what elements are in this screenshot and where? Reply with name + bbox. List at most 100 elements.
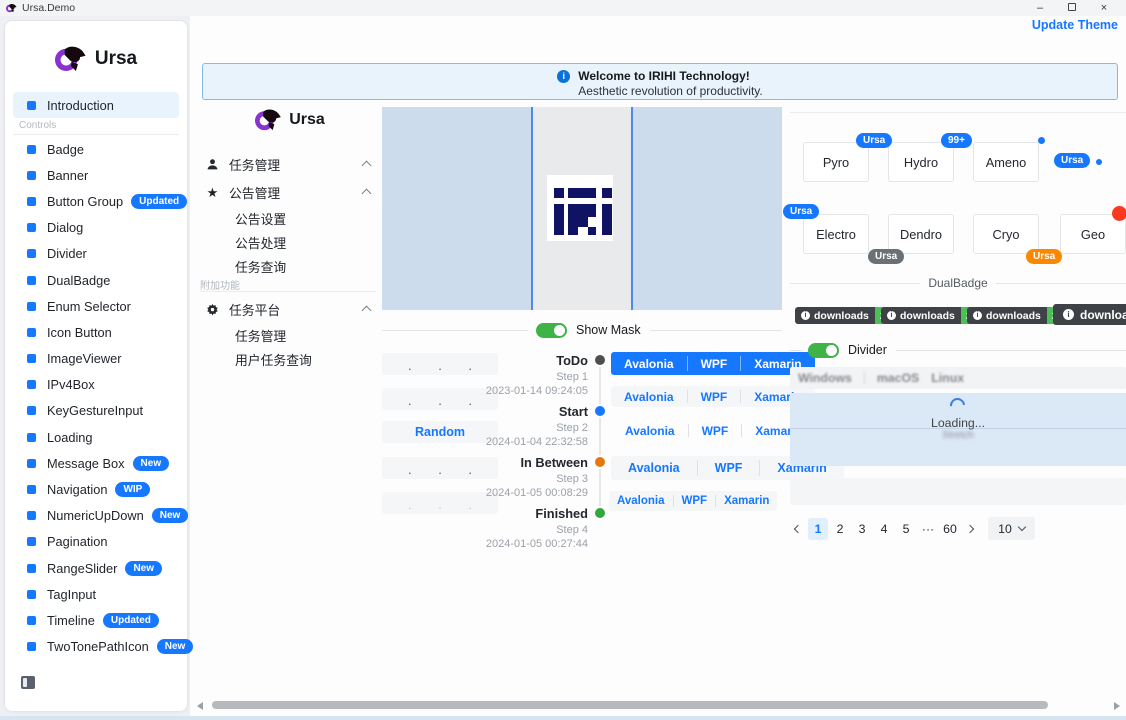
loading-label: Loading... [790, 416, 1126, 430]
tab-linux[interactable]: Linux [931, 371, 964, 385]
sidebar-item-enum-selector[interactable]: Enum Selector [13, 293, 179, 319]
viewer-guide-line [531, 107, 533, 310]
sidebar-item-rangeslider[interactable]: RangeSliderNew [13, 555, 179, 581]
sidebar: Ursa Introduction Controls Badge Banner … [4, 20, 188, 712]
prev-page-button[interactable] [790, 517, 806, 540]
minimize-button[interactable]: – [1024, 0, 1056, 16]
chevron-up-icon[interactable] [363, 159, 370, 169]
sidebar-item-divider[interactable]: Divider [13, 241, 179, 267]
menu-item-task-query[interactable]: 任务查询 [235, 255, 286, 277]
sidebar-item-badge[interactable]: Badge [13, 136, 179, 162]
wpf-button[interactable]: WPF [688, 352, 741, 375]
more-pages-button[interactable]: ··· [918, 518, 938, 540]
maximize-button[interactable] [1056, 0, 1088, 16]
menu-item-announcement-management[interactable]: ★ 公告管理 [200, 181, 378, 203]
scroll-left-arrow[interactable] [197, 702, 203, 710]
chevron-right-icon [966, 524, 974, 532]
sidebar-item-numericupdown[interactable]: NumericUpDownNew [13, 503, 179, 529]
collapse-sidebar-icon[interactable] [21, 676, 35, 689]
avalonia-button[interactable]: Avalonia [611, 456, 697, 480]
chevron-up-icon[interactable] [363, 304, 370, 314]
sidebar-item-banner[interactable]: Banner [13, 162, 179, 188]
update-theme-button[interactable]: Update Theme [1032, 18, 1118, 32]
divider-toggle[interactable] [808, 343, 839, 358]
page-button-1[interactable]: 1 [808, 518, 828, 540]
sidebar-item-twotonepathicon[interactable]: TwoTonePathIconNew [13, 634, 179, 660]
info-icon: i [973, 311, 982, 320]
wpf-button[interactable]: WPF [689, 420, 742, 441]
chevron-left-icon [794, 524, 802, 532]
sidebar-item-keygestureinput[interactable]: KeyGestureInput [13, 398, 179, 424]
timeline-step: Step 2 [556, 422, 588, 434]
ursa-badge: Ursa [856, 133, 892, 148]
app-window: Ursa.Demo – × Update Theme Ursa Introduc… [0, 0, 1126, 720]
menu-item-task-management-sub[interactable]: 任务管理 [235, 324, 286, 346]
banner-title: Welcome to IRIHI Technology! [578, 69, 763, 83]
sidebar-item-imageviewer[interactable]: ImageViewer [13, 346, 179, 372]
sidebar-item-navigation[interactable]: NavigationWIP [13, 476, 179, 502]
scroll-right-arrow[interactable] [1114, 702, 1120, 710]
sidebar-item-introduction[interactable]: Introduction [13, 92, 179, 118]
sidebar-item-timeline[interactable]: TimelineUpdated [13, 607, 179, 633]
app-logo-icon [6, 3, 17, 13]
ipv4-input[interactable]: ... [382, 388, 498, 410]
info-icon: i [887, 311, 896, 320]
page-button-4[interactable]: 4 [874, 518, 894, 540]
bullet-icon [27, 145, 36, 154]
timeline-step: Step 4 [556, 524, 588, 536]
page-button-3[interactable]: 3 [852, 518, 872, 540]
sidebar-item-icon-button[interactable]: Icon Button [13, 319, 179, 345]
page-button-2[interactable]: 2 [830, 518, 850, 540]
avalonia-button[interactable]: Avalonia [611, 352, 687, 375]
next-page-button[interactable] [962, 517, 978, 540]
random-button[interactable]: Random [382, 421, 498, 443]
wpf-button[interactable]: WPF [688, 386, 741, 407]
page-button-5[interactable]: 5 [896, 518, 916, 540]
bullet-icon [27, 328, 36, 337]
show-mask-toggle[interactable] [536, 323, 567, 338]
xamarin-button[interactable]: Xamarin [716, 491, 777, 511]
page-button-60[interactable]: 60 [940, 518, 960, 540]
menu-item-announcement-settings[interactable]: 公告设置 [235, 207, 286, 229]
menu-item-task-management[interactable]: 任务管理 [200, 153, 378, 175]
bullet-icon [27, 223, 36, 232]
sidebar-item-pagination[interactable]: Pagination [13, 529, 179, 555]
dot-badge [1096, 159, 1102, 165]
sidebar-item-dualbadge[interactable]: DualBadge [13, 267, 179, 293]
badge-card-hydro: Hydro [888, 142, 954, 182]
wpf-button[interactable]: WPF [698, 456, 760, 480]
bullet-icon [27, 564, 36, 573]
menu-item-user-task-query[interactable]: 用户任务查询 [235, 348, 312, 370]
button-group-borderless: Avalonia WPF Xamarin [612, 420, 816, 441]
maximize-icon [1068, 3, 1076, 11]
avalonia-button[interactable]: Avalonia [611, 386, 687, 407]
avalonia-button[interactable]: Avalonia [609, 491, 673, 511]
sidebar-item-taginput[interactable]: TagInput [13, 581, 179, 607]
tab-windows[interactable]: Windows [798, 371, 852, 385]
sidebar-divider [13, 134, 179, 135]
ipv4-input[interactable]: ... [382, 457, 498, 479]
status-badge: Updated [131, 194, 187, 209]
bullet-icon [27, 485, 36, 494]
image-viewer[interactable] [382, 107, 782, 310]
sidebar-item-button-group[interactable]: Button GroupUpdated [13, 188, 179, 214]
chevron-up-icon[interactable] [363, 187, 370, 197]
menu-item-announcement-processing[interactable]: 公告处理 [235, 231, 286, 253]
menu-item-task-platform[interactable]: 任务平台 [200, 298, 378, 320]
wpf-button[interactable]: WPF [674, 491, 716, 511]
bullet-icon [27, 590, 36, 599]
titlebar: Ursa.Demo – × [0, 0, 1126, 16]
ipv4-input[interactable]: ... [382, 353, 498, 375]
sidebar-item-message-box[interactable]: Message BoxNew [13, 450, 179, 476]
ursa-badge-standalone: Ursa [1054, 153, 1090, 168]
info-icon: i [557, 70, 570, 83]
sidebar-item-loading[interactable]: Loading [13, 424, 179, 450]
avalonia-button[interactable]: Avalonia [612, 420, 688, 441]
sidebar-item-ipv4box[interactable]: IPv4Box [13, 372, 179, 398]
scrollbar-thumb[interactable] [212, 701, 1048, 709]
sidebar-item-dialog[interactable]: Dialog [13, 215, 179, 241]
ursa-badge-gray: Ursa [868, 249, 904, 264]
close-button[interactable]: × [1088, 0, 1120, 16]
tab-macos[interactable]: macOS [877, 371, 919, 385]
page-size-select[interactable]: 10 [988, 517, 1035, 540]
